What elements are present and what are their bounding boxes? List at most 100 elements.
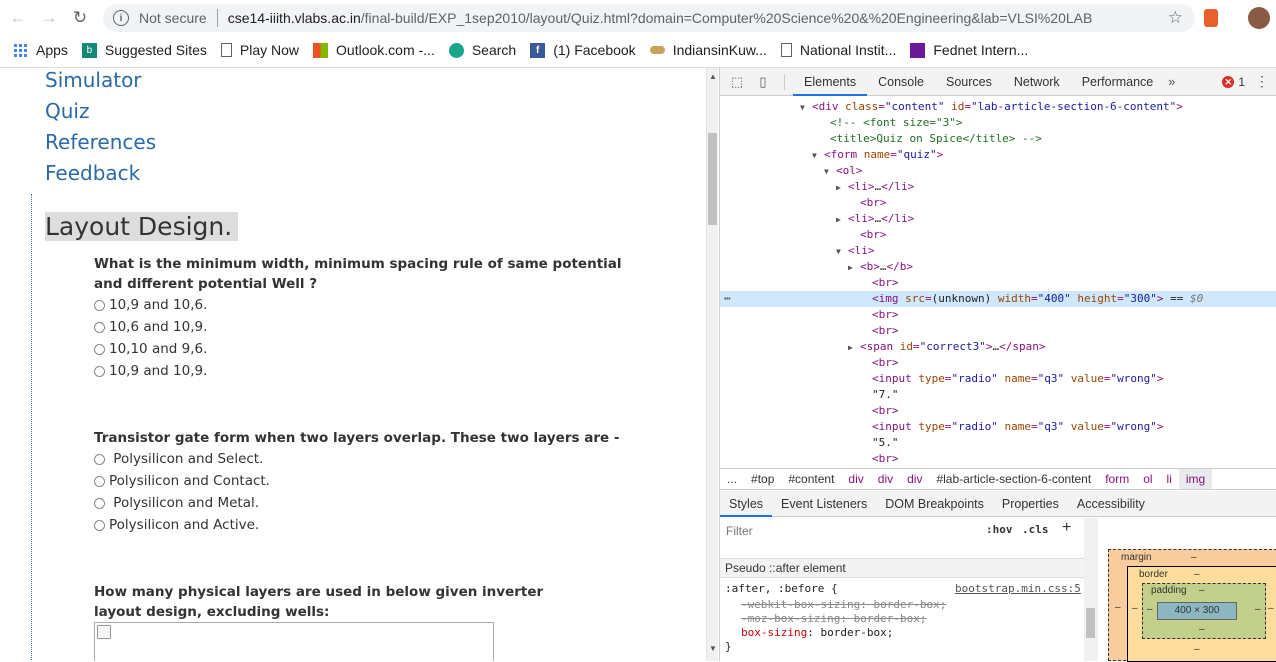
- dom-node[interactable]: "7.": [860, 387, 899, 403]
- security-label[interactable]: Not secure: [139, 10, 207, 26]
- q2-option-2[interactable]: Polysilicon and Contact.: [94, 473, 270, 489]
- q1-option-2[interactable]: 10,6 and 10,9.: [94, 319, 207, 335]
- dom-node[interactable]: <br>: [860, 403, 899, 419]
- breadcrumb-item[interactable]: div: [871, 472, 900, 486]
- breadcrumb-item[interactable]: img: [1178, 469, 1213, 489]
- radio-button[interactable]: [94, 343, 105, 355]
- q1-option-1[interactable]: 10,9 and 10,6.: [94, 297, 207, 313]
- q2-option-1[interactable]: Polysilicon and Select.: [94, 451, 263, 467]
- dom-node[interactable]: ▼ <div class="content" id="lab-article-se…: [800, 99, 1183, 115]
- tab-performance[interactable]: Performance: [1071, 68, 1165, 96]
- tab-event-listeners[interactable]: Event Listeners: [772, 491, 876, 517]
- dom-node[interactable]: <title>Quiz on Spice</title> -->: [818, 131, 1042, 147]
- bookmark-indians[interactable]: IndiansinKuw...: [649, 42, 767, 58]
- radio-button[interactable]: [94, 475, 105, 487]
- profile-avatar[interactable]: [1248, 7, 1270, 29]
- url-host[interactable]: cse14-iiith.vlabs.ac.in: [228, 10, 361, 26]
- bookmark-outlook[interactable]: Outlook.com -...: [313, 42, 435, 58]
- bookmark-suggested-sites[interactable]: b Suggested Sites: [81, 42, 207, 58]
- q2-option-4[interactable]: Polysilicon and Active.: [94, 517, 259, 533]
- style-declaration[interactable]: -moz-box-sizing: border-box;: [741, 612, 926, 626]
- extension-icon[interactable]: [1204, 9, 1218, 27]
- nav-link-quiz[interactable]: Quiz: [45, 99, 89, 123]
- dom-node[interactable]: <br>: [860, 275, 899, 291]
- bookmark-apps[interactable]: Apps: [14, 42, 68, 58]
- new-style-rule-icon[interactable]: +: [1062, 519, 1071, 537]
- dom-node[interactable]: ▶ <b>…</b>: [848, 259, 913, 275]
- expand-triangle-icon[interactable]: ▶: [836, 212, 848, 228]
- scroll-up-arrow-icon[interactable]: ▲: [709, 72, 717, 81]
- expand-triangle-icon[interactable]: ▶: [836, 180, 848, 196]
- forward-arrow-icon[interactable]: →: [36, 5, 62, 31]
- more-options-icon[interactable]: ⋮: [1255, 73, 1269, 90]
- dom-node[interactable]: <input type="radio" name="q3" value="wro…: [860, 419, 1163, 435]
- tab-accessibility[interactable]: Accessibility: [1068, 491, 1154, 517]
- breadcrumb-item[interactable]: ...: [720, 472, 744, 486]
- dom-node[interactable]: ▼ <ol>: [824, 163, 863, 179]
- bookmark-search[interactable]: Search: [448, 42, 516, 58]
- radio-button[interactable]: [94, 321, 105, 333]
- dom-node[interactable]: <br>: [860, 323, 899, 339]
- hov-toggle[interactable]: :hov: [986, 523, 1013, 536]
- inspect-element-icon[interactable]: ⬚: [728, 73, 746, 91]
- dom-node[interactable]: <!-- <font size="3">: [818, 115, 962, 131]
- q1-option-3[interactable]: 10,10 and 9,6.: [94, 341, 207, 357]
- bookmark-facebook[interactable]: f (1) Facebook: [530, 42, 636, 58]
- dom-tree[interactable]: ▼ <div class="content" id="lab-article-se…: [720, 97, 1276, 466]
- breadcrumb-item[interactable]: ol: [1136, 472, 1159, 486]
- collapse-triangle-icon[interactable]: ▼: [812, 148, 824, 164]
- breadcrumb-item[interactable]: div: [900, 472, 929, 486]
- nav-link-references[interactable]: References: [45, 130, 156, 154]
- style-source-link[interactable]: bootstrap.min.css:5: [955, 582, 1081, 596]
- breadcrumb-item[interactable]: #content: [781, 472, 841, 486]
- bookmark-fednet[interactable]: Fednet Intern...: [910, 42, 1028, 58]
- more-tabs-icon[interactable]: »: [1168, 75, 1175, 89]
- bookmark-national[interactable]: National Instit...: [780, 42, 896, 58]
- dom-node[interactable]: ▶ <li>…</li>: [836, 179, 914, 195]
- dom-node[interactable]: ▼ <li>: [836, 243, 875, 259]
- page-scrollbar[interactable]: ▲ ▼: [706, 68, 718, 661]
- breadcrumb-item[interactable]: #lab-article-section-6-content: [929, 472, 1098, 486]
- dom-node[interactable]: <br>: [860, 451, 899, 466]
- dom-node[interactable]: ▼ <form name="quiz">: [812, 147, 943, 163]
- reload-icon[interactable]: ↻: [67, 5, 93, 31]
- dom-node[interactable]: <br>: [848, 227, 887, 243]
- radio-button[interactable]: [94, 519, 105, 531]
- scrollbar-thumb[interactable]: [1086, 608, 1095, 638]
- scrollbar-thumb[interactable]: [708, 133, 717, 225]
- nav-link-simulator[interactable]: Simulator: [45, 68, 142, 92]
- dom-node[interactable]: <br>: [860, 307, 899, 323]
- dom-node[interactable]: ▶ <span id="correct3">…</span>: [848, 339, 1045, 355]
- breadcrumb-item[interactable]: #top: [744, 472, 781, 486]
- back-arrow-icon[interactable]: ←: [5, 5, 31, 31]
- tab-styles[interactable]: Styles: [720, 491, 773, 517]
- dom-node[interactable]: <br>: [848, 195, 887, 211]
- collapse-triangle-icon[interactable]: ▼: [800, 100, 812, 116]
- tab-dom-breakpoints[interactable]: DOM Breakpoints: [876, 491, 993, 517]
- scroll-down-arrow-icon[interactable]: ▼: [709, 644, 717, 653]
- breadcrumb-item[interactable]: li: [1160, 472, 1179, 486]
- more-actions-icon[interactable]: ⋯: [724, 291, 731, 307]
- radio-button[interactable]: [94, 365, 105, 377]
- bookmark-star-icon[interactable]: ☆: [1168, 8, 1183, 28]
- radio-button[interactable]: [94, 497, 105, 509]
- breadcrumb-item[interactable]: form: [1098, 472, 1136, 486]
- style-declaration[interactable]: -webkit-box-sizing: border-box;: [741, 598, 946, 612]
- tab-network[interactable]: Network: [1003, 68, 1071, 96]
- tab-sources[interactable]: Sources: [935, 68, 1003, 96]
- error-counter[interactable]: ✕ 1: [1222, 75, 1245, 89]
- url-path[interactable]: /final-build/EXP_1sep2010/layout/Quiz.ht…: [361, 10, 1093, 26]
- breadcrumb-item[interactable]: div: [841, 472, 870, 486]
- expand-triangle-icon[interactable]: ▶: [848, 260, 860, 276]
- device-toolbar-icon[interactable]: ▯: [754, 73, 772, 91]
- tab-properties[interactable]: Properties: [993, 491, 1068, 517]
- bookmark-play-now[interactable]: Play Now: [220, 42, 299, 58]
- tab-elements[interactable]: Elements: [793, 68, 868, 96]
- q1-option-4[interactable]: 10,9 and 10,9.: [94, 363, 207, 379]
- nav-link-feedback[interactable]: Feedback: [45, 161, 140, 185]
- collapse-triangle-icon[interactable]: ▼: [836, 244, 848, 260]
- radio-button[interactable]: [94, 299, 105, 311]
- info-icon[interactable]: i: [113, 10, 129, 26]
- styles-scrollbar[interactable]: [1084, 518, 1098, 661]
- dom-node-selected[interactable]: ⋯ <img src=(unknown) width="400" height="…: [720, 291, 1276, 307]
